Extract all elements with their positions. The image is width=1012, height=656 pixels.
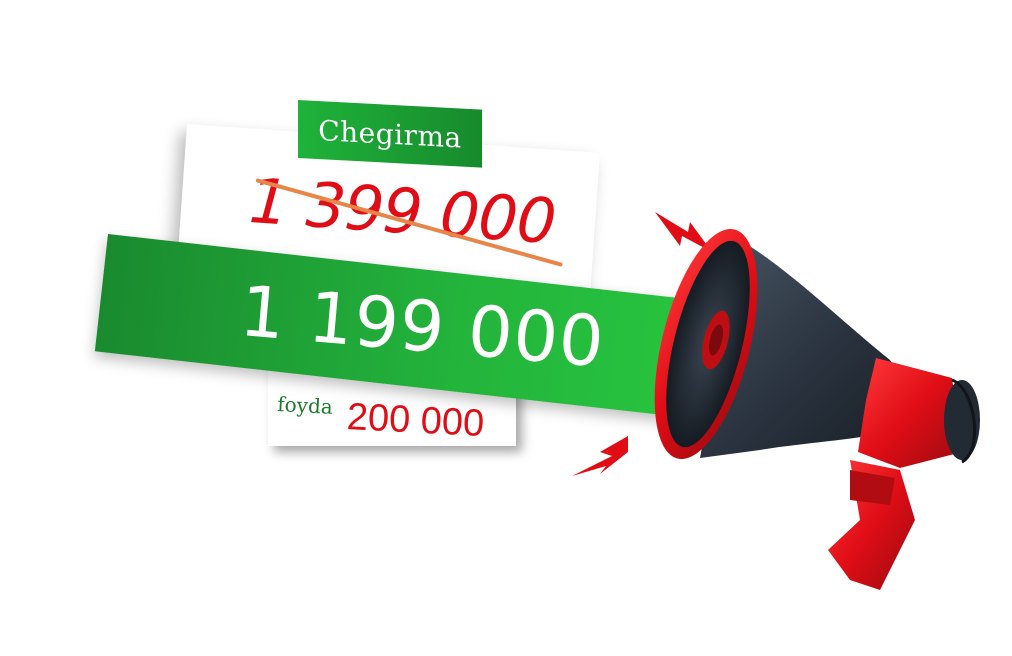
promo-graphic: Chegirma 1 399 000 foyda 200 000 1 199 0… [0, 0, 1012, 656]
megaphone-icon [572, 212, 980, 590]
